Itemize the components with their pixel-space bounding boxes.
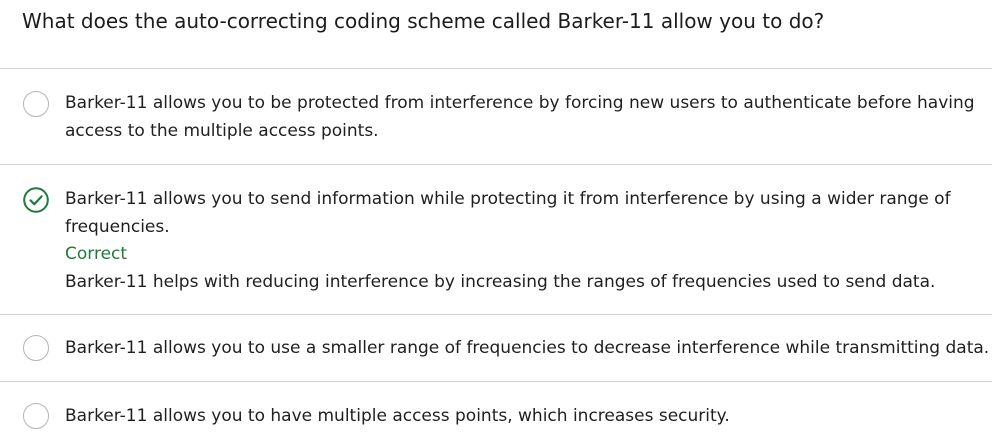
radio-button[interactable] [23,91,49,117]
check-circle-icon[interactable] [23,187,49,213]
feedback-title: Correct [65,244,128,264]
option-label: Barker-11 allows you to be protected fro… [65,93,975,141]
radio-button[interactable] [23,403,49,429]
answer-option-3[interactable]: Barker-11 allows you to use a smaller ra… [0,315,992,381]
option-content: Barker-11 allows you to send information… [65,185,980,296]
answer-option-4[interactable]: Barker-11 allows you to have multiple ac… [0,382,992,442]
quiz-question-page: What does the auto-correcting coding sch… [0,0,992,442]
question-text: What does the auto-correcting coding sch… [22,9,825,33]
option-label: Barker-11 allows you to send information… [65,189,951,237]
option-label: Barker-11 allows you to have multiple ac… [65,406,730,426]
feedback-body: Barker-11 helps with reducing interferen… [65,272,936,292]
radio-button[interactable] [23,335,49,361]
option-label: Barker-11 allows you to use a smaller ra… [65,338,990,358]
answer-option-2[interactable]: Barker-11 allows you to send information… [0,165,992,314]
answer-option-1[interactable]: Barker-11 allows you to be protected fro… [0,69,992,164]
